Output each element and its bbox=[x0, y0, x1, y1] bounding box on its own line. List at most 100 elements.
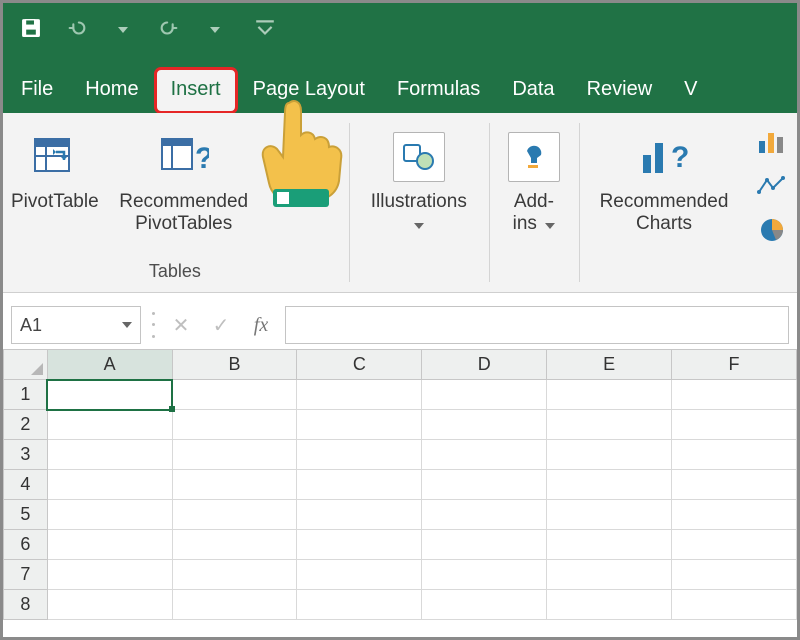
cell[interactable] bbox=[172, 410, 297, 440]
cell[interactable] bbox=[672, 440, 797, 470]
row-header[interactable]: 6 bbox=[4, 530, 48, 560]
cell[interactable] bbox=[47, 470, 172, 500]
cell[interactable] bbox=[297, 530, 422, 560]
qat-customize-icon[interactable] bbox=[251, 14, 279, 42]
cell[interactable] bbox=[297, 500, 422, 530]
illustrations-button[interactable]: Illustrations bbox=[359, 123, 479, 235]
name-box[interactable]: A1 bbox=[11, 306, 141, 344]
column-header[interactable]: C bbox=[297, 350, 422, 380]
cell[interactable] bbox=[422, 590, 547, 620]
column-header[interactable]: E bbox=[547, 350, 672, 380]
cell[interactable] bbox=[47, 530, 172, 560]
undo-icon[interactable] bbox=[63, 14, 91, 42]
cell[interactable] bbox=[297, 440, 422, 470]
cell[interactable] bbox=[547, 380, 672, 410]
tab-file[interactable]: File bbox=[15, 68, 69, 113]
table-icon bbox=[282, 135, 326, 179]
cell[interactable] bbox=[547, 410, 672, 440]
cell[interactable] bbox=[47, 590, 172, 620]
cell[interactable] bbox=[422, 470, 547, 500]
cell[interactable] bbox=[672, 590, 797, 620]
tab-view[interactable]: V bbox=[668, 68, 713, 113]
cell[interactable] bbox=[422, 500, 547, 530]
cell[interactable] bbox=[47, 380, 172, 410]
tab-review[interactable]: Review bbox=[571, 68, 669, 113]
tab-page-layout[interactable]: Page Layout bbox=[237, 68, 381, 113]
recommended-charts-button[interactable]: ? Recommended Charts bbox=[589, 123, 739, 235]
row-header[interactable]: 4 bbox=[4, 470, 48, 500]
row-header[interactable]: 1 bbox=[4, 380, 48, 410]
cell[interactable] bbox=[47, 410, 172, 440]
cell[interactable] bbox=[547, 560, 672, 590]
pivot-table-button[interactable]: PivotTable bbox=[11, 123, 99, 213]
cell[interactable] bbox=[297, 410, 422, 440]
recommended-charts-icon: ? bbox=[637, 133, 691, 181]
cell[interactable] bbox=[672, 500, 797, 530]
addins-button[interactable]: Add- ins bbox=[499, 123, 569, 235]
column-header[interactable]: A bbox=[47, 350, 172, 380]
cell[interactable] bbox=[422, 440, 547, 470]
cell[interactable] bbox=[172, 380, 297, 410]
cell[interactable] bbox=[297, 470, 422, 500]
cell[interactable] bbox=[172, 500, 297, 530]
cell[interactable] bbox=[547, 440, 672, 470]
cell[interactable] bbox=[547, 590, 672, 620]
cell[interactable] bbox=[422, 380, 547, 410]
cell[interactable] bbox=[672, 380, 797, 410]
recommended-charts-label-1: Recommended bbox=[600, 191, 729, 212]
redo-dropdown-icon[interactable] bbox=[201, 14, 229, 42]
cell[interactable] bbox=[172, 470, 297, 500]
tab-data[interactable]: Data bbox=[496, 68, 570, 113]
row-header[interactable]: 5 bbox=[4, 500, 48, 530]
cell[interactable] bbox=[297, 590, 422, 620]
table-label: Table bbox=[281, 191, 326, 213]
cell[interactable] bbox=[547, 530, 672, 560]
cell[interactable] bbox=[672, 560, 797, 590]
row-header[interactable]: 7 bbox=[4, 560, 48, 590]
row-header[interactable]: 3 bbox=[4, 440, 48, 470]
cell[interactable] bbox=[172, 530, 297, 560]
tab-insert[interactable]: Insert bbox=[155, 68, 237, 113]
cell[interactable] bbox=[297, 560, 422, 590]
column-header[interactable]: D bbox=[422, 350, 547, 380]
cell[interactable] bbox=[422, 530, 547, 560]
column-header[interactable]: F bbox=[672, 350, 797, 380]
cell[interactable] bbox=[547, 470, 672, 500]
cell[interactable] bbox=[672, 470, 797, 500]
cell[interactable] bbox=[297, 380, 422, 410]
cell[interactable] bbox=[422, 410, 547, 440]
fx-icon[interactable]: fx bbox=[245, 308, 277, 342]
cell[interactable] bbox=[172, 440, 297, 470]
cell[interactable] bbox=[47, 440, 172, 470]
cell[interactable] bbox=[547, 500, 672, 530]
row-header[interactable]: 8 bbox=[4, 590, 48, 620]
undo-dropdown-icon[interactable] bbox=[109, 14, 137, 42]
pie-chart-icon[interactable] bbox=[755, 215, 789, 245]
enter-formula-icon: ✓ bbox=[205, 308, 237, 342]
column-chart-icon[interactable] bbox=[755, 127, 789, 157]
formula-bar-grip[interactable] bbox=[149, 308, 157, 342]
redo-icon[interactable] bbox=[155, 14, 183, 42]
select-all-corner[interactable] bbox=[4, 350, 48, 380]
cell[interactable] bbox=[672, 410, 797, 440]
cell[interactable] bbox=[172, 590, 297, 620]
tab-formulas[interactable]: Formulas bbox=[381, 68, 496, 113]
cell[interactable] bbox=[422, 560, 547, 590]
line-chart-icon[interactable] bbox=[755, 171, 789, 201]
pivot-table-label: PivotTable bbox=[11, 191, 99, 213]
recommended-pivot-tables-button[interactable]: ? Recommended PivotTables bbox=[109, 123, 259, 235]
tab-home[interactable]: Home bbox=[69, 68, 154, 113]
row-header[interactable]: 2 bbox=[4, 410, 48, 440]
cell[interactable] bbox=[672, 530, 797, 560]
addins-icon bbox=[517, 141, 551, 173]
cell[interactable] bbox=[172, 560, 297, 590]
cell[interactable] bbox=[47, 560, 172, 590]
worksheet-grid[interactable]: A B C D E F 1 2 3 4 5 6 7 8 bbox=[3, 349, 797, 637]
formula-input[interactable] bbox=[285, 306, 789, 344]
svg-text:?: ? bbox=[195, 142, 209, 175]
formula-bar-area: A1 ✕ ✓ fx bbox=[3, 293, 797, 349]
column-header[interactable]: B bbox=[172, 350, 297, 380]
save-icon[interactable] bbox=[17, 14, 45, 42]
table-button[interactable]: Table bbox=[269, 123, 339, 213]
cell[interactable] bbox=[47, 500, 172, 530]
